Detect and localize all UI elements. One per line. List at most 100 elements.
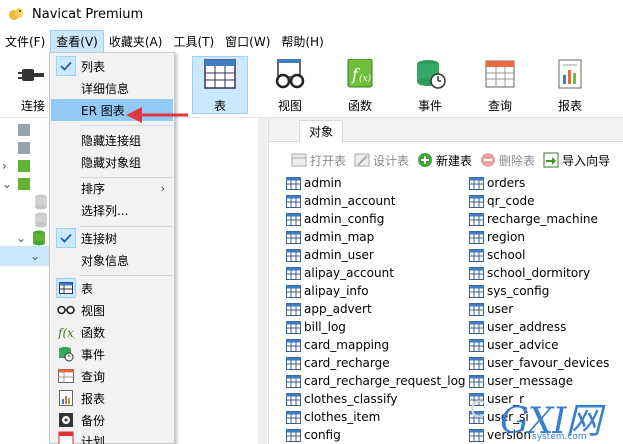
table-list-item[interactable]: user_address (469, 318, 609, 336)
menu-window[interactable]: 窗口(W) (220, 31, 275, 52)
table-list-item[interactable]: admin_map (286, 228, 466, 246)
view-menu-details-label: 详细信息 (81, 81, 130, 96)
checkmark-icon (56, 228, 76, 248)
table-name: admin_config (304, 212, 385, 226)
view-menu-connection-tree[interactable]: 连接树 (51, 227, 173, 249)
table-list-item[interactable]: user (469, 300, 609, 318)
schedule-icon (51, 431, 81, 444)
table-list-item[interactable]: recharge_machine (469, 210, 609, 228)
table-list-item[interactable]: card_recharge (286, 354, 466, 372)
menu-tools[interactable]: 工具(T) (168, 31, 219, 52)
table-icon (286, 356, 301, 370)
table-list-item[interactable]: admin_config (286, 210, 466, 228)
table-list-item[interactable]: user_favour_devices (469, 354, 609, 372)
database-open-icon (33, 230, 45, 246)
menu-help[interactable]: 帮助(H) (276, 31, 328, 52)
table-list-item[interactable]: bill_log (286, 318, 466, 336)
import-wizard-button[interactable]: 导入向导 (541, 152, 612, 169)
table-icon (286, 248, 301, 262)
table-icon (56, 278, 76, 298)
view-menu-event[interactable]: 事件 (51, 343, 173, 365)
view-menu-view-label: 视图 (81, 303, 106, 318)
table-name: admin (304, 176, 342, 190)
connect-button[interactable]: 连接 (12, 56, 54, 114)
table-list-item[interactable]: config (286, 426, 466, 444)
tree-row-selected[interactable]: ⌄ (0, 246, 50, 266)
table-list-item[interactable]: clothes_classify (286, 390, 466, 408)
table-list-item[interactable]: card_mapping (286, 336, 466, 354)
table-list-item[interactable]: alipay_account (286, 264, 466, 282)
table-list-item[interactable]: app_advert (286, 300, 466, 318)
table-name: recharge_machine (487, 212, 598, 226)
view-menu-view[interactable]: 视图 (51, 299, 173, 321)
table-icon (286, 266, 301, 280)
view-menu-hide-object-groups[interactable]: 隐藏对象组 (51, 151, 173, 173)
view-menu-choose-columns[interactable]: 选择列... (51, 199, 173, 221)
table-list-item[interactable]: user_message (469, 372, 609, 390)
tree-scrollbar[interactable] (258, 118, 267, 444)
table-icon (286, 410, 301, 424)
watermark: C GXI网 system.com (470, 392, 620, 444)
table-list-item[interactable]: card_recharge_request_log (286, 372, 466, 390)
toolbar-report-button[interactable]: 报表 (542, 56, 598, 114)
view-menu-report[interactable]: 报表 (51, 387, 173, 409)
tree-row[interactable]: ⌄ (0, 228, 46, 248)
table-list-item[interactable]: alipay_info (286, 282, 466, 300)
open-table-button[interactable]: 打开表 (289, 152, 348, 169)
view-menu-hide-connection-groups[interactable]: 隐藏连接组 (51, 129, 173, 151)
tab-objects[interactable]: 对象 (299, 120, 344, 142)
view-menu-object-info[interactable]: 对象信息 (51, 249, 173, 271)
table-list-item[interactable]: school_dormitory (469, 264, 609, 282)
tree-row[interactable] (0, 210, 48, 230)
expand-arrow-icon[interactable]: › (2, 159, 12, 173)
report-icon (51, 387, 81, 409)
view-menu-function[interactable]: f(x) 函数 (51, 321, 173, 343)
design-table-button[interactable]: 设计表 (352, 152, 411, 169)
table-list-item[interactable]: orders (469, 174, 609, 192)
view-menu-query[interactable]: 查询 (51, 365, 173, 387)
function-icon: f(x) (51, 321, 81, 343)
view-menu-table[interactable]: 表 (51, 277, 173, 299)
view-menu-schedule[interactable]: 计划 (51, 431, 173, 444)
table-list-item[interactable]: region (469, 228, 609, 246)
toolbar-event-button[interactable]: 事件 (402, 56, 458, 114)
new-table-button[interactable]: 新建表 (415, 152, 474, 169)
table-name: card_recharge (304, 356, 390, 370)
toolbar-query-button[interactable]: 查询 (472, 56, 528, 114)
table-icon (469, 176, 484, 190)
collapse-arrow-icon[interactable]: ⌄ (16, 231, 28, 245)
view-menu-backup[interactable]: 备份 (51, 409, 173, 431)
table-list-item[interactable]: admin_user (286, 246, 466, 264)
table-list-item[interactable]: admin (286, 174, 466, 192)
table-name: school_dormitory (487, 266, 591, 280)
svg-text:(x): (x) (359, 73, 372, 84)
menu-bar: 文件(F) 查看(V) 收藏夹(A) 工具(T) 窗口(W) 帮助(H) (0, 29, 623, 53)
table-list-item[interactable]: school (469, 246, 609, 264)
collapse-arrow-icon[interactable]: ⌄ (2, 177, 12, 191)
toolbar-table-button[interactable]: 表 (192, 56, 248, 114)
table-list-item[interactable]: user_advice (469, 336, 609, 354)
open-table-icon (291, 152, 307, 168)
menu-favorites[interactable]: 收藏夹(A) (104, 31, 168, 52)
view-menu-hide-object-groups-label: 隐藏对象组 (81, 155, 142, 170)
view-glasses-icon (273, 58, 307, 89)
toolbar-view-button[interactable]: 视图 (262, 56, 318, 114)
menu-view[interactable]: 查看(V) (50, 29, 104, 53)
view-menu-details[interactable]: 详细信息 (51, 77, 173, 99)
title-bar: Navicat Premium (0, 0, 623, 28)
table-icon (286, 194, 301, 208)
delete-table-button[interactable]: 删除表 (478, 152, 537, 169)
table-icon (286, 392, 301, 406)
table-list-item[interactable]: clothes_item (286, 408, 466, 426)
table-list-item[interactable]: sys_config (469, 282, 609, 300)
toolbar-function-button[interactable]: f (x) 函数 (332, 56, 388, 114)
table-list-item[interactable]: admin_account (286, 192, 466, 210)
view-menu-sort[interactable]: 排序 › (51, 177, 173, 199)
connection-active-icon (18, 178, 30, 190)
view-menu-list[interactable]: 列表 (51, 55, 173, 77)
table-list-item[interactable]: qr_code (469, 192, 609, 210)
tree-row[interactable] (0, 192, 48, 212)
table-name: admin_account (304, 194, 396, 208)
collapse-arrow-icon[interactable]: ⌄ (30, 249, 40, 263)
menu-file[interactable]: 文件(F) (0, 31, 50, 52)
